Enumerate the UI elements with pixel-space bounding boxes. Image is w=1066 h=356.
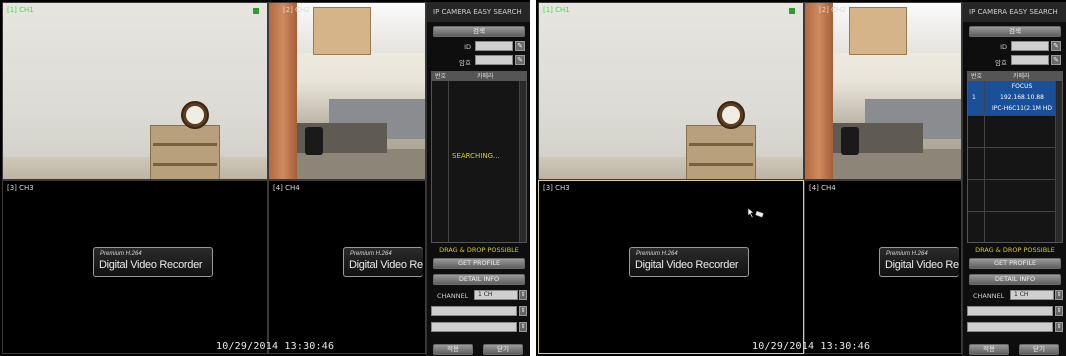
password-label: 암호 [995, 59, 1007, 67]
id-field[interactable] [475, 41, 513, 51]
close-button[interactable]: 닫기 [483, 344, 523, 355]
camera-label-ch4: [4] CH4 [809, 184, 836, 192]
camera-tile-ch3[interactable]: [3] CH3 Premium H.264 Digital Video Reco… [538, 180, 804, 354]
empty-row [968, 179, 1055, 200]
dvr-screen-left: [1] CH1 [2] CH2 [3] CH3 Premium H.264 Di… [0, 0, 530, 356]
dvr-logo: Premium H.264 Digital Video Re [879, 247, 959, 277]
option-spin-icon[interactable]: ⇕ [519, 322, 527, 332]
option-field-1[interactable] [967, 306, 1053, 316]
dvr-logo: Premium H.264 Digital Video Recorder [629, 247, 749, 277]
option-field-2[interactable] [967, 322, 1053, 332]
result-model: IPC-H6C11(2.1M HD [992, 105, 1052, 112]
record-indicator-icon [789, 8, 795, 14]
id-label: ID [1000, 43, 1007, 51]
password-field[interactable] [475, 55, 513, 65]
dvr-logo: Premium H.264 Digital Video Recorder [93, 247, 213, 277]
room-shelf [686, 125, 756, 179]
camera-label-ch2: [2] CH2 [819, 6, 846, 14]
camera-label-ch2: [2] CH2 [283, 6, 310, 14]
channel-label: CHANNEL [437, 292, 469, 300]
drag-drop-hint: DRAG & DROP POSSIBLE [975, 246, 1055, 254]
channel-spin-icon[interactable]: ⇕ [1055, 290, 1063, 300]
edit-id-icon[interactable]: ✎ [1051, 41, 1061, 51]
drag-drop-hint: DRAG & DROP POSSIBLE [439, 246, 519, 254]
option-spin-icon[interactable]: ⇕ [1055, 306, 1063, 316]
camera-result-list[interactable]: 번호 카메라 SEARCHING... [431, 71, 527, 243]
edit-password-icon[interactable]: ✎ [515, 55, 525, 65]
apply-button[interactable]: 적용 [969, 344, 1009, 355]
empty-row [968, 211, 1055, 232]
get-profile-button[interactable]: GET PROFILE [969, 258, 1061, 269]
list-scrollbar[interactable] [519, 81, 526, 242]
camera-tile-ch1[interactable]: [1] CH1 [538, 2, 804, 180]
option-field-1[interactable] [431, 306, 517, 316]
id-field[interactable] [1011, 41, 1049, 51]
search-button[interactable]: 검색 [433, 26, 525, 37]
camera-tile-ch3[interactable]: [3] CH3 Premium H.264 Digital Video Reco… [2, 180, 268, 354]
camera-tile-ch4[interactable]: [4] CH4 Premium H.264 Digital Video Re [804, 180, 962, 354]
camera-tile-ch2[interactable]: [2] CH2 [268, 2, 426, 180]
result-number: 1 [972, 94, 976, 101]
camera-label-ch3: [3] CH3 [7, 184, 34, 192]
list-scrollbar[interactable] [1055, 81, 1062, 242]
camera-result-row[interactable]: 1 FOCUS 192.168.10.88 IPC-H6C11(2.1M HD [968, 81, 1055, 115]
channel-select[interactable]: 1 CH [1010, 290, 1054, 300]
password-field[interactable] [1011, 55, 1049, 65]
col-header-number: 번호 [435, 73, 447, 80]
detail-info-button[interactable]: DETAIL INFO [433, 274, 525, 285]
camera-label-ch1: [1] CH1 [543, 6, 570, 14]
panel-title: IP CAMERA EASY SEARCH [427, 2, 530, 22]
close-button[interactable]: 닫기 [1019, 344, 1059, 355]
edit-password-icon[interactable]: ✎ [1051, 55, 1061, 65]
empty-row [968, 147, 1055, 168]
record-indicator-icon [253, 8, 259, 14]
camera-tile-ch1[interactable]: [1] CH1 [2, 2, 268, 180]
camera-label-ch1: [1] CH1 [7, 6, 34, 14]
result-name: FOCUS [1011, 83, 1033, 90]
edit-id-icon[interactable]: ✎ [515, 41, 525, 51]
dvr-screen-right: [1] CH1 [2] CH2 [3] CH3 Premium H.264 Di… [536, 0, 1066, 356]
col-header-camera: 카메라 [477, 73, 494, 80]
searching-status: SEARCHING... [452, 152, 500, 160]
drag-cursor-icon [747, 207, 764, 219]
option-spin-icon[interactable]: ⇕ [1055, 322, 1063, 332]
channel-spin-icon[interactable]: ⇕ [519, 290, 527, 300]
camera-tile-ch2[interactable]: [2] CH2 [804, 2, 962, 180]
channel-label: CHANNEL [973, 292, 1005, 300]
dvr-logo: Premium H.264 Digital Video Re [343, 247, 423, 277]
ip-camera-search-panel: IP CAMERA EASY SEARCH 검색 ID ✎ 암호 ✎ 번호 카메… [426, 2, 530, 356]
camera-tile-ch4[interactable]: [4] CH4 Premium H.264 Digital Video Re [268, 180, 426, 354]
get-profile-button[interactable]: GET PROFILE [433, 258, 525, 269]
datetime-display: 10/29/2014 13:30:46 [752, 341, 871, 352]
option-spin-icon[interactable]: ⇕ [519, 306, 527, 316]
id-label: ID [464, 43, 471, 51]
ip-camera-search-panel: IP CAMERA EASY SEARCH 검색 ID ✎ 암호 ✎ 번호 카메… [962, 2, 1066, 356]
detail-info-button[interactable]: DETAIL INFO [969, 274, 1061, 285]
channel-select[interactable]: 1 CH [474, 290, 518, 300]
empty-row [968, 115, 1055, 136]
apply-button[interactable]: 적용 [433, 344, 473, 355]
option-field-2[interactable] [431, 322, 517, 332]
camera-result-list[interactable]: 번호 카메라 1 FOCUS 192.168.10.88 IPC-H6C11(2… [967, 71, 1063, 243]
password-label: 암호 [459, 59, 471, 67]
panel-title: IP CAMERA EASY SEARCH [963, 2, 1066, 22]
search-button[interactable]: 검색 [969, 26, 1061, 37]
camera-label-ch4: [4] CH4 [273, 184, 300, 192]
camera-label-ch3: [3] CH3 [543, 184, 570, 192]
room-shelf [150, 125, 220, 179]
datetime-display: 10/29/2014 13:30:46 [216, 341, 335, 352]
col-header-number: 번호 [971, 73, 983, 80]
result-ip: 192.168.10.88 [1000, 94, 1044, 101]
col-header-camera: 카메라 [1013, 73, 1030, 80]
